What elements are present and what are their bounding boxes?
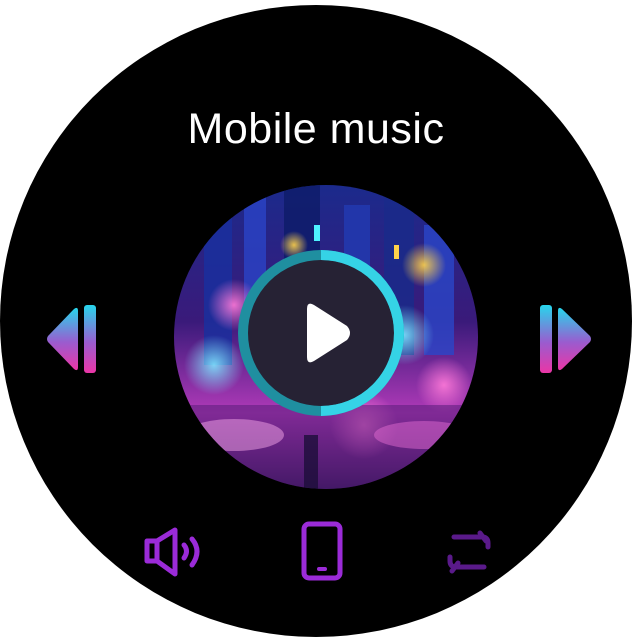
skip-previous-icon xyxy=(47,305,96,373)
phone-device-icon xyxy=(301,521,343,581)
play-button[interactable] xyxy=(235,247,407,419)
device-button[interactable] xyxy=(298,521,348,581)
skip-next-icon xyxy=(540,305,591,373)
volume-button[interactable] xyxy=(142,525,206,579)
volume-icon xyxy=(144,527,200,577)
page-title: Mobile music xyxy=(187,105,445,153)
repeat-icon xyxy=(447,530,491,574)
previous-button[interactable] xyxy=(44,303,106,375)
watch-face: Mobile music xyxy=(0,5,632,637)
next-button[interactable] xyxy=(532,303,594,375)
repeat-button[interactable] xyxy=(440,523,498,581)
